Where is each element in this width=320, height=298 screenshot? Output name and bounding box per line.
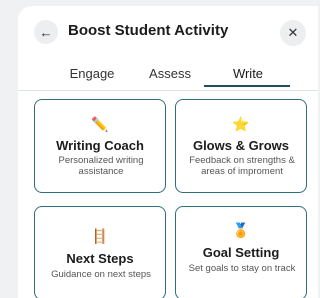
ladder-icon: 🪜 bbox=[91, 228, 109, 244]
card-description: Set goals to stay on track bbox=[188, 263, 296, 274]
pencil-icon: ✏️ bbox=[91, 116, 109, 132]
back-button[interactable]: ← bbox=[34, 20, 58, 44]
close-button[interactable]: ✕ bbox=[280, 20, 306, 46]
active-tab-indicator bbox=[204, 85, 290, 87]
tab-engage[interactable]: Engage bbox=[52, 64, 132, 92]
card-title: Glows & Grows bbox=[192, 138, 290, 153]
card-title: Writing Coach bbox=[56, 138, 144, 153]
card-title: Goal Setting bbox=[202, 245, 280, 260]
card-next-steps[interactable]: 🪜 Next Steps Guidance on next steps bbox=[34, 206, 166, 298]
card-description: Feedback on strengths & areas of improme… bbox=[189, 155, 295, 177]
medal-icon: 🏅 bbox=[232, 222, 250, 238]
card-writing-coach[interactable]: ✏️ Writing Coach Personalized writing as… bbox=[34, 99, 166, 193]
panel-title: Boost Student Activity bbox=[68, 22, 229, 39]
card-title: Next Steps bbox=[66, 251, 134, 266]
close-icon: ✕ bbox=[287, 25, 299, 40]
tool-panel: ← Boost Student Activity ✕ Engage Assess… bbox=[18, 6, 318, 298]
card-description: Guidance on next steps bbox=[51, 269, 151, 280]
panel-header: ← Boost Student Activity ✕ bbox=[18, 6, 318, 56]
card-goal-setting[interactable]: 🏅 Goal Setting Set goals to stay on trac… bbox=[175, 206, 307, 298]
tab-assess[interactable]: Assess bbox=[130, 64, 210, 92]
star-icon: ⭐ bbox=[232, 116, 250, 132]
card-description: Personalized writing assistance bbox=[58, 155, 144, 177]
tab-divider bbox=[18, 90, 318, 91]
card-glows-grows[interactable]: ⭐ Glows & Grows Feedback on strengths & … bbox=[175, 99, 307, 193]
arrow-left-icon: ← bbox=[39, 24, 53, 40]
tab-write[interactable]: Write bbox=[208, 64, 288, 92]
